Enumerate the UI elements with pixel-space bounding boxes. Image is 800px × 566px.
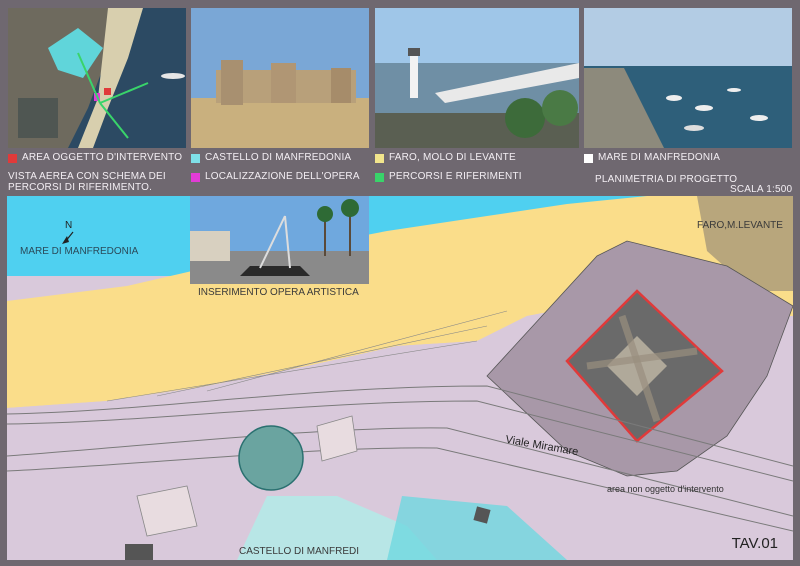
legend-label: MARE DI MANFREDONIA [598, 152, 721, 163]
planimetria-label: PLANIMETRIA DI PROGETTO [595, 174, 738, 185]
legend-label: LOCALIZZAZIONE DELL'OPERA [205, 171, 360, 182]
swatch-green [375, 173, 384, 182]
inserimento-photo [190, 196, 369, 284]
inserimento-label: INSERIMENTO OPERA ARTISTICA [198, 287, 359, 298]
board: AREA OGGETTO D'INTERVENTO CASTELLO DI MA… [0, 0, 800, 566]
legend-label: AREA OGGETTO D'INTERVENTO [22, 152, 183, 163]
lighthouse-photo [375, 8, 579, 148]
sea-label: MARE DI MANFREDONIA [20, 246, 139, 257]
legend-label: FARO, MOLO DI LEVANTE [389, 152, 516, 163]
area-non-label: area non oggetto d'intervento [607, 484, 724, 494]
legend-label: CASTELLO DI MANFREDONIA [205, 152, 352, 163]
faro-label: FARO,M.LEVANTE [697, 220, 783, 231]
legend-label: PERCORSI E RIFERIMENTI [389, 171, 522, 182]
swatch-yellow [375, 154, 384, 163]
castle-label: CASTELLO DI MANFREDI [239, 546, 360, 557]
north-label: N [65, 220, 73, 231]
sea-photo [584, 8, 792, 148]
caption-line-1: VISTA AEREA CON SCHEMA DEI [8, 171, 166, 182]
aerial-view-photo [8, 8, 186, 148]
caption-line-2: PERCORSI DI RIFERIMENTO. [8, 182, 153, 193]
swatch-white [584, 154, 593, 163]
castle-tower [238, 425, 304, 491]
site-plan: N MARE DI MANFREDONIA INSERIMENTO OPERA … [7, 196, 793, 560]
swatch-magenta [191, 173, 200, 182]
swatch-cyan [191, 154, 200, 163]
sheet-number: TAV.01 [731, 535, 778, 552]
scale-label: SCALA 1:500 [730, 184, 793, 195]
swatch-red [8, 154, 17, 163]
castle-photo [191, 8, 369, 148]
